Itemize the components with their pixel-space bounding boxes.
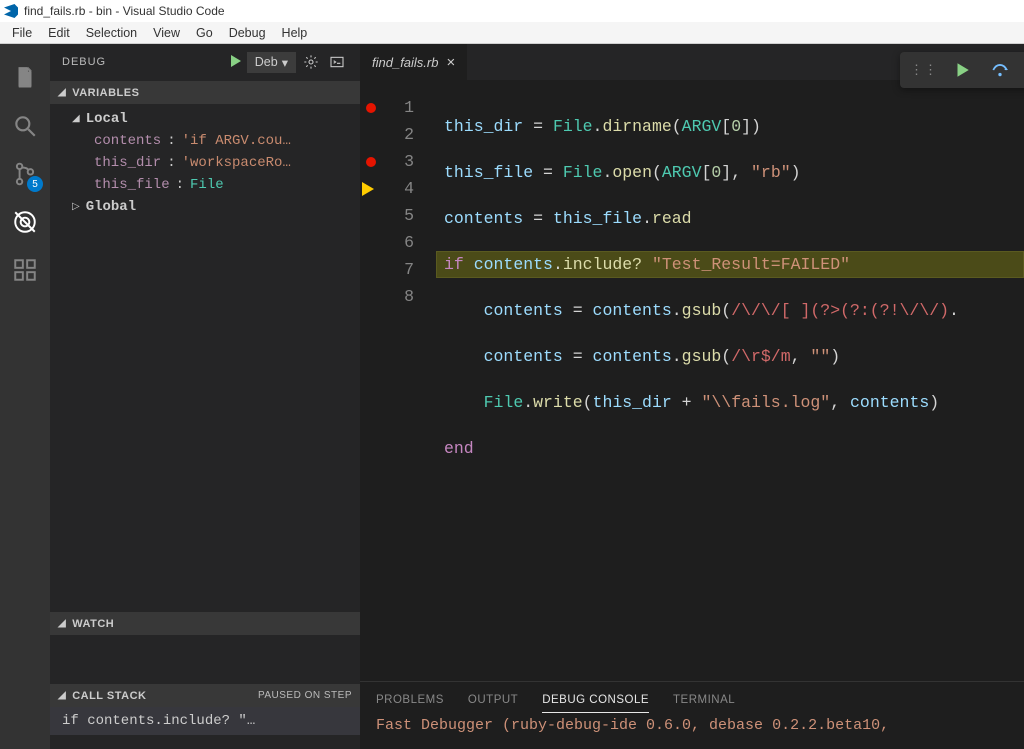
chevron-down-icon: ◢ <box>58 618 66 629</box>
code-content[interactable]: this_dir = File.dirname(ARGV[0]) this_fi… <box>436 94 1024 681</box>
vscode-logo-icon <box>4 4 18 18</box>
current-line-icon <box>362 182 374 196</box>
activity-debug[interactable] <box>1 198 49 246</box>
section-title: CALL STACK <box>72 690 146 702</box>
callstack-frame[interactable]: if contents.include? "… <box>50 707 360 735</box>
step-over-button[interactable] <box>982 56 1018 84</box>
section-title: VARIABLES <box>72 87 139 99</box>
drag-handle-icon[interactable]: ⋮⋮ <box>906 62 942 78</box>
debug-console-button[interactable] <box>326 51 348 73</box>
config-name: Deb <box>255 55 278 69</box>
scope-global[interactable]: ▷ Global <box>50 196 360 218</box>
start-debug-button[interactable] <box>227 53 243 72</box>
chevron-down-icon: ◢ <box>72 113 80 125</box>
activity-search[interactable] <box>1 102 49 150</box>
breakpoint-icon[interactable] <box>366 157 376 167</box>
play-icon <box>227 53 243 69</box>
var-value: File <box>190 177 224 193</box>
var-this-file[interactable]: this_file: File <box>50 174 360 196</box>
tab-label: find_fails.rb <box>372 55 438 70</box>
breakpoint-icon[interactable] <box>366 103 376 113</box>
debug-icon <box>12 209 38 235</box>
watch-header[interactable]: ◢ WATCH <box>50 611 360 635</box>
debug-settings-button[interactable] <box>300 51 322 73</box>
debug-toolbar[interactable]: ⋮⋮ <box>900 52 1024 88</box>
panel-tab-output[interactable]: OUTPUT <box>468 688 518 713</box>
paused-label: PAUSED ON STEP <box>258 690 352 701</box>
files-icon <box>12 65 38 91</box>
menu-view[interactable]: View <box>145 26 188 40</box>
panel-tab-terminal[interactable]: TERMINAL <box>673 688 735 713</box>
chevron-down-icon: ◢ <box>58 87 66 98</box>
var-name: contents <box>94 133 161 149</box>
chevron-right-icon: ▷ <box>72 201 80 213</box>
scope-label: Local <box>86 111 128 127</box>
scope-local[interactable]: ◢ Local <box>50 108 360 130</box>
panel-tab-debug-console[interactable]: DEBUG CONSOLE <box>542 688 649 713</box>
continue-button[interactable] <box>944 56 980 84</box>
gutter: 1 2 3 4 5 6 7 8 <box>360 94 436 681</box>
activity-bar: 5 <box>0 44 50 749</box>
var-value: 'if ARGV.cou… <box>182 133 291 149</box>
extensions-icon <box>12 257 38 283</box>
code-editor[interactable]: 1 2 3 4 5 6 7 8 this_dir = File.dirname(… <box>360 80 1024 681</box>
activity-explorer[interactable] <box>1 54 49 102</box>
variables-header[interactable]: ◢ VARIABLES <box>50 80 360 104</box>
panel: PROBLEMS OUTPUT DEBUG CONSOLE TERMINAL F… <box>360 681 1024 749</box>
editor-area: find_fails.rb × ⋮⋮ 1 2 3 4 5 6 7 8 <box>360 44 1024 749</box>
menu-go[interactable]: Go <box>188 26 221 40</box>
callstack-header[interactable]: ◢ CALL STACK PAUSED ON STEP <box>50 683 360 707</box>
step-over-icon <box>991 61 1009 79</box>
scope-label: Global <box>86 199 136 215</box>
title-bar: find_fails.rb - bin - Visual Studio Code <box>0 0 1024 22</box>
activity-scm[interactable]: 5 <box>1 150 49 198</box>
var-name: this_dir <box>94 155 161 171</box>
scm-badge: 5 <box>27 176 43 192</box>
debug-view-label: DEBUG <box>62 56 106 68</box>
var-contents[interactable]: contents: 'if ARGV.cou… <box>50 130 360 152</box>
activity-extensions[interactable] <box>1 246 49 294</box>
panel-tabs: PROBLEMS OUTPUT DEBUG CONSOLE TERMINAL <box>360 682 1024 713</box>
debug-console-output[interactable]: Fast Debugger (ruby-debug-ide 0.6.0, deb… <box>360 713 1024 738</box>
tab-find-fails[interactable]: find_fails.rb × <box>360 44 467 80</box>
debug-header: DEBUG Deb ▾ <box>50 44 360 80</box>
console-icon <box>329 54 345 70</box>
menu-bar: File Edit Selection View Go Debug Help <box>0 22 1024 44</box>
step-into-button[interactable] <box>1020 56 1024 84</box>
chevron-down-icon: ◢ <box>58 690 66 701</box>
play-icon <box>953 61 971 79</box>
var-this-dir[interactable]: this_dir: 'workspaceRo… <box>50 152 360 174</box>
var-name: this_file <box>94 177 170 193</box>
menu-selection[interactable]: Selection <box>78 26 145 40</box>
window-title: find_fails.rb - bin - Visual Studio Code <box>24 4 225 18</box>
menu-debug[interactable]: Debug <box>221 26 274 40</box>
var-value: 'workspaceRo… <box>182 155 291 171</box>
section-title: WATCH <box>72 618 114 630</box>
gear-icon <box>303 54 319 70</box>
panel-tab-problems[interactable]: PROBLEMS <box>376 688 444 713</box>
debug-config-select[interactable]: Deb ▾ <box>247 52 296 73</box>
chevron-down-icon: ▾ <box>282 55 288 70</box>
menu-edit[interactable]: Edit <box>40 26 78 40</box>
menu-file[interactable]: File <box>4 26 40 40</box>
search-icon <box>12 113 38 139</box>
menu-help[interactable]: Help <box>274 26 316 40</box>
close-icon[interactable]: × <box>446 54 455 71</box>
sidebar: DEBUG Deb ▾ ◢ VARIABLES <box>50 44 360 749</box>
